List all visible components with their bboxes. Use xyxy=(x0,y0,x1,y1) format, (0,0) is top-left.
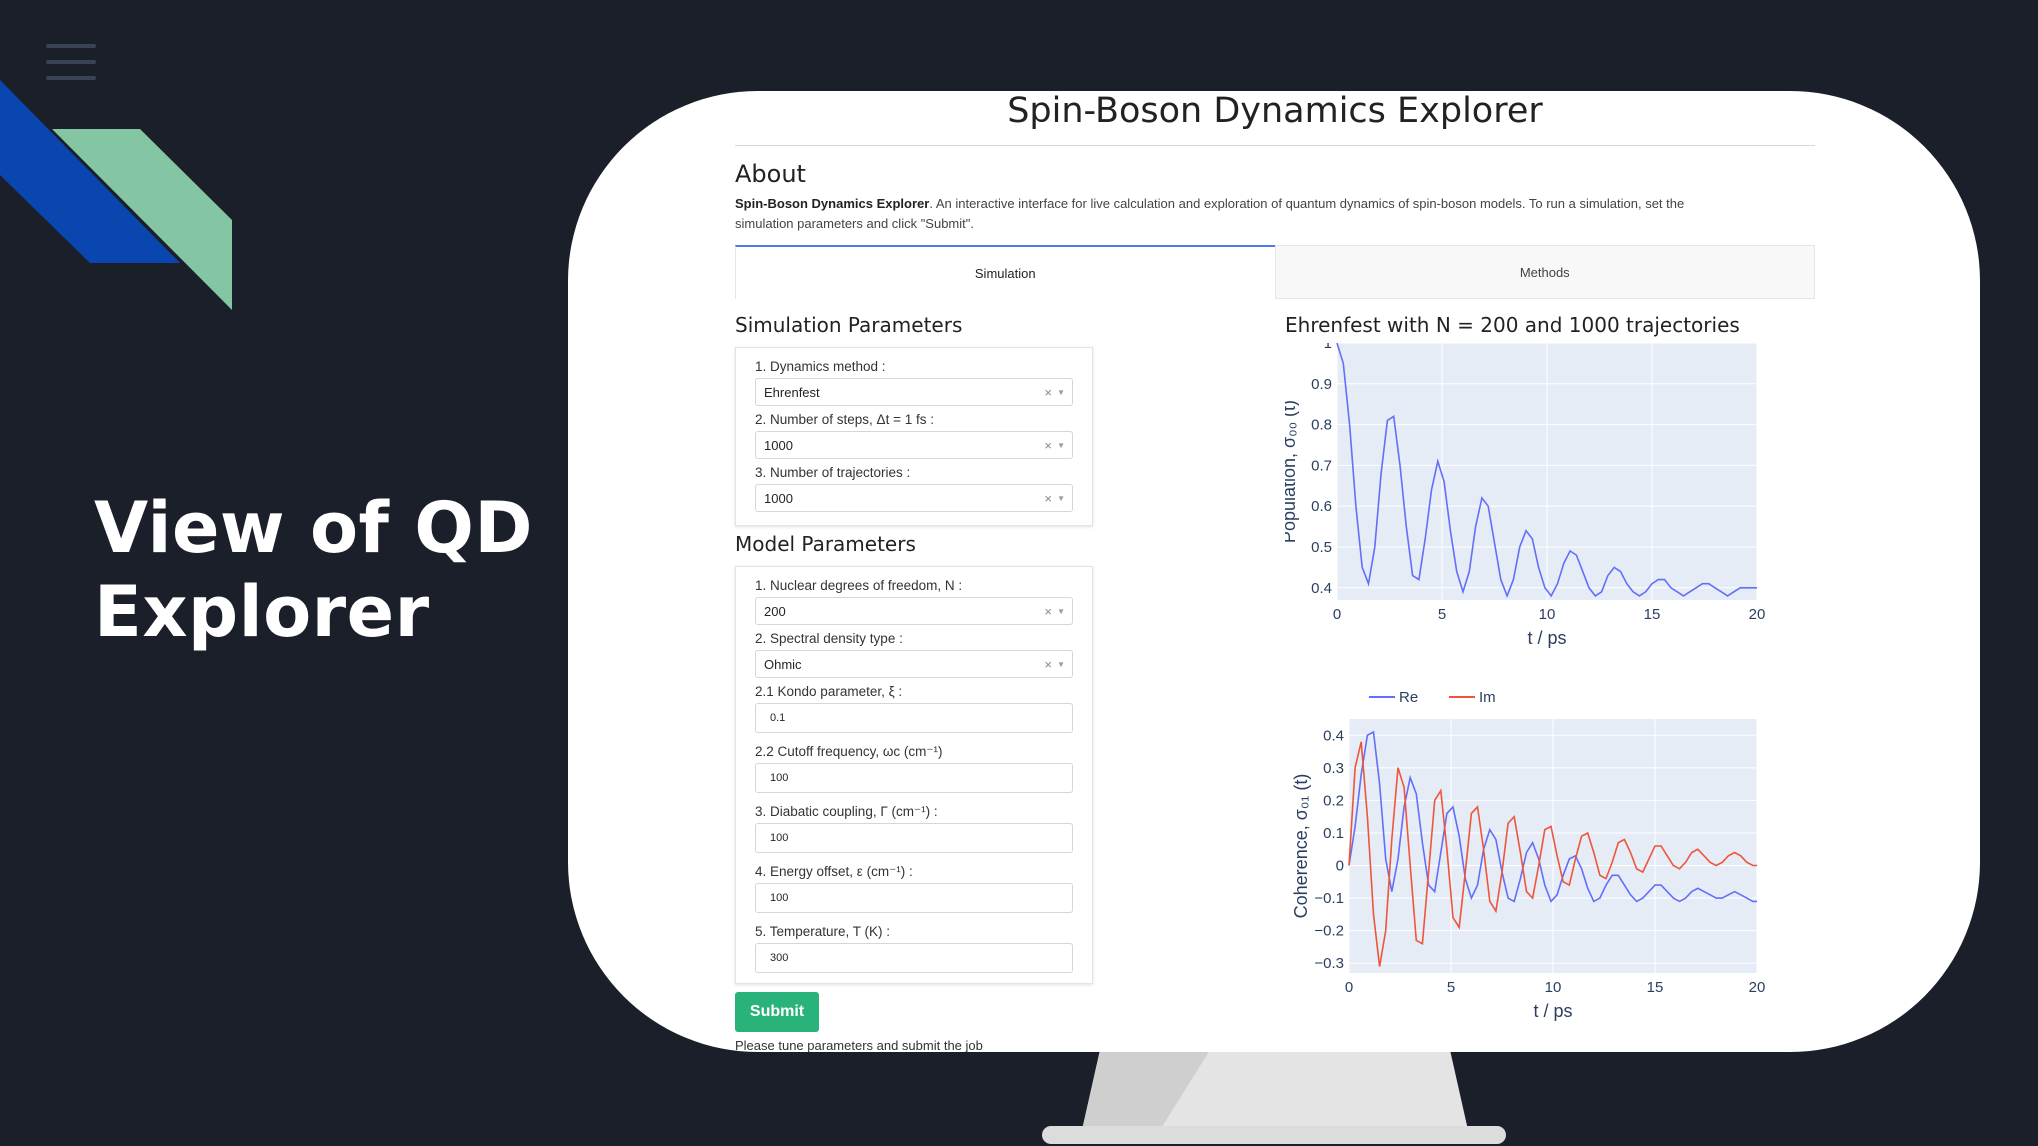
number-of-steps-dropdown[interactable]: 1000 × ▼ xyxy=(755,431,1073,459)
x-tick-label: 5 xyxy=(1447,979,1455,996)
legend-label: Re xyxy=(1399,689,1418,706)
nuclear-dof-dropdown[interactable]: 200 × ▼ xyxy=(755,597,1073,625)
x-axis-label: t / ps xyxy=(1527,628,1566,648)
slide-title-line2: Explorer xyxy=(94,571,430,653)
tab-methods[interactable]: Methods xyxy=(1274,245,1815,299)
y-tick-label: 0.2 xyxy=(1323,792,1344,809)
x-tick-label: 10 xyxy=(1545,979,1562,996)
monitor-stand xyxy=(1042,1050,1506,1144)
x-tick-label: 0 xyxy=(1333,606,1341,623)
energy-offset-label: 4. Energy offset, ε (cm⁻¹) : xyxy=(755,864,913,879)
kondo-parameter-label: 2.1 Kondo parameter, ξ : xyxy=(755,684,903,699)
cutoff-frequency-input[interactable]: 100 xyxy=(755,763,1073,793)
energy-offset-input[interactable]: 100 xyxy=(755,883,1073,913)
model-parameters-heading: Model Parameters xyxy=(735,532,916,556)
y-tick-label: 0 xyxy=(1336,858,1344,875)
slide-title: View of QD Explorer xyxy=(94,486,533,654)
x-tick-label: 20 xyxy=(1749,606,1766,623)
x-tick-label: 15 xyxy=(1647,979,1664,996)
diabatic-coupling-label: 3. Diabatic coupling, Γ (cm⁻¹) : xyxy=(755,804,938,819)
clear-icon[interactable]: × xyxy=(1044,385,1052,400)
dropdown-value: Ohmic xyxy=(764,656,802,672)
x-tick-label: 5 xyxy=(1438,606,1446,623)
y-tick-label: 0.8 xyxy=(1311,417,1332,434)
number-of-steps-label: 2. Number of steps, Δt = 1 fs : xyxy=(755,412,934,427)
y-axis-label: Coherence, σ₀₁ (t) xyxy=(1291,774,1311,919)
dropdown-value: Ehrenfest xyxy=(764,384,820,400)
diabatic-coupling-input[interactable]: 100 xyxy=(755,823,1073,853)
dynamics-method-label: 1. Dynamics method : xyxy=(755,359,886,374)
coherence-chart[interactable]: 0 5 10 15 20 −0.3 −0.2 −0.1 0 0.1 0.2 0.3 0.4 t / ps C… xyxy=(1285,675,1805,1035)
about-heading: About xyxy=(735,160,806,188)
divider xyxy=(735,145,1815,146)
clear-icon[interactable]: × xyxy=(1044,491,1052,506)
x-tick-label: 20 xyxy=(1749,979,1766,996)
y-tick-label: −0.2 xyxy=(1314,923,1344,940)
y-tick-label: 0.1 xyxy=(1323,825,1344,842)
caret-down-icon: ▼ xyxy=(1057,659,1065,669)
caret-down-icon: ▼ xyxy=(1057,387,1065,397)
x-tick-label: 15 xyxy=(1644,606,1661,623)
dynamics-method-dropdown[interactable]: Ehrenfest × ▼ xyxy=(755,378,1073,406)
temperature-label: 5. Temperature, T (K) : xyxy=(755,924,891,939)
x-tick-label: 10 xyxy=(1539,606,1556,623)
hamburger-menu-icon[interactable] xyxy=(46,44,96,82)
y-tick-label: 0.3 xyxy=(1323,760,1344,777)
clear-icon[interactable]: × xyxy=(1044,604,1052,619)
caret-down-icon: ▼ xyxy=(1057,493,1065,503)
temperature-input[interactable]: 300 xyxy=(755,943,1073,973)
clear-icon[interactable]: × xyxy=(1044,657,1052,672)
simulation-parameters-card: 1. Dynamics method : Ehrenfest × ▼ 2. Nu… xyxy=(735,347,1093,526)
plots-column: Ehrenfest with N = 200 and 1000 trajecto… xyxy=(1285,313,1805,1021)
y-tick-label: 0.6 xyxy=(1311,498,1332,515)
legend-label: Im xyxy=(1479,689,1496,706)
about-text: Spin-Boson Dynamics Explorer. An interac… xyxy=(735,194,1785,234)
nuclear-dof-label: 1. Nuclear degrees of freedom, N : xyxy=(755,578,963,593)
status-text: Please tune parameters and submit the jo… xyxy=(735,1038,983,1052)
dash-app: Spin-Boson Dynamics Explorer About Spin-… xyxy=(735,91,1815,1052)
dropdown-value: 200 xyxy=(764,603,786,619)
x-tick-label: 0 xyxy=(1345,979,1353,996)
caret-down-icon: ▼ xyxy=(1057,440,1065,450)
decorative-stripes xyxy=(0,80,232,310)
monitor-screen: Spin-Boson Dynamics Explorer About Spin-… xyxy=(568,91,1980,1052)
number-of-trajectories-label: 3. Number of trajectories : xyxy=(755,465,911,480)
y-tick-label: 0.4 xyxy=(1323,727,1344,744)
spectral-density-label: 2. Spectral density type : xyxy=(755,631,903,646)
spectral-density-dropdown[interactable]: Ohmic × ▼ xyxy=(755,650,1073,678)
dropdown-value: 1000 xyxy=(764,490,793,506)
y-tick-label: 0.5 xyxy=(1311,539,1332,556)
menu-bar xyxy=(46,60,96,64)
caret-down-icon: ▼ xyxy=(1057,606,1065,616)
tab-bar: Simulation Methods xyxy=(735,245,1815,299)
simulation-parameters-heading: Simulation Parameters xyxy=(735,313,963,337)
population-chart[interactable]: 0 5 10 15 20 0.4 0.5 0.6 0.7 0.8 0.9 1 t / ps Populat… xyxy=(1285,343,1805,663)
clear-icon[interactable]: × xyxy=(1044,438,1052,453)
submit-button[interactable]: Submit xyxy=(735,992,819,1032)
parameters-column: Simulation Parameters 1. Dynamics method… xyxy=(735,313,1095,1052)
about-line2: simulation parameters and click "Submit"… xyxy=(735,216,974,231)
slide-title-line1: View of QD xyxy=(94,487,533,569)
y-axis-label: Population, σ₀₀ (t) xyxy=(1285,400,1299,543)
app-title: Spin-Boson Dynamics Explorer xyxy=(1007,91,1543,131)
cutoff-frequency-label: 2.2 Cutoff frequency, ωc (cm⁻¹) xyxy=(755,744,943,759)
tab-simulation[interactable]: Simulation xyxy=(735,245,1275,299)
kondo-parameter-input[interactable]: 0.1 xyxy=(755,703,1073,733)
y-tick-label: −0.3 xyxy=(1314,955,1344,972)
dropdown-value: 1000 xyxy=(764,437,793,453)
menu-bar xyxy=(46,44,96,48)
about-bold: Spin-Boson Dynamics Explorer xyxy=(735,196,930,211)
y-tick-label: 0.4 xyxy=(1311,580,1332,597)
y-tick-label: 1 xyxy=(1324,343,1332,352)
number-of-trajectories-dropdown[interactable]: 1000 × ▼ xyxy=(755,484,1073,512)
y-tick-label: 0.9 xyxy=(1311,376,1332,393)
model-parameters-card: 1. Nuclear degrees of freedom, N : 200 ×… xyxy=(735,566,1093,984)
y-tick-label: 0.7 xyxy=(1311,457,1332,474)
about-rest: . An interactive interface for live calc… xyxy=(929,196,1685,211)
plot-title: Ehrenfest with N = 200 and 1000 trajecto… xyxy=(1285,313,1740,337)
y-tick-label: −0.1 xyxy=(1314,890,1344,907)
x-axis-label: t / ps xyxy=(1533,1001,1572,1021)
